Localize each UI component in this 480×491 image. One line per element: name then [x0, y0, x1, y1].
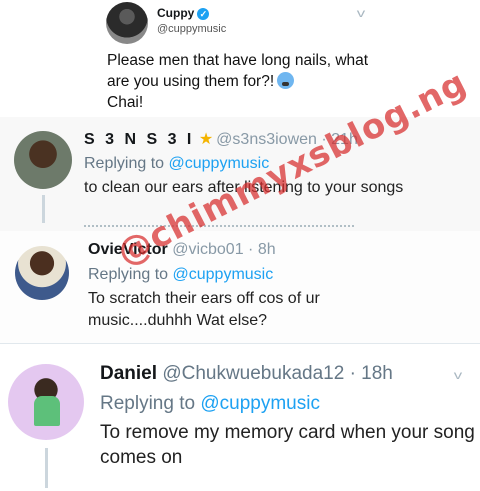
author-name[interactable]: Cuppy ✓	[157, 6, 210, 20]
timestamp[interactable]: 18h	[361, 363, 393, 384]
reply-tweet[interactable]: OvieVictor @vicbo01 · 8h Replying to @cu…	[0, 231, 480, 343]
verified-badge-icon: ✓	[197, 7, 210, 20]
author-handle[interactable]: @Chukwuebukada12	[162, 363, 344, 384]
mention-link[interactable]: @cuppymusic	[173, 266, 274, 283]
replying-to: Replying to @cuppymusic	[100, 393, 320, 414]
separator: ·	[248, 241, 254, 258]
avatar-detail	[34, 396, 60, 426]
timestamp[interactable]: 8h	[258, 241, 276, 258]
avatar[interactable]	[15, 246, 69, 300]
tweet-text: Please men that have long nails, what ar…	[107, 52, 369, 111]
avatar[interactable]	[14, 131, 72, 189]
thread-line	[42, 195, 45, 223]
replying-to: Replying to @cuppymusic	[88, 266, 274, 283]
avatar[interactable]	[106, 2, 148, 44]
chevron-down-icon[interactable]: v	[454, 368, 462, 382]
chevron-down-icon[interactable]: v	[357, 6, 365, 20]
separator: ·	[349, 363, 356, 384]
weary-face-icon	[277, 72, 295, 89]
tweet-text: To remove my memory card when your song …	[100, 422, 475, 468]
mention-link[interactable]: @cuppymusic	[200, 393, 320, 414]
author-name[interactable]: S 3 N S 3 I	[84, 131, 194, 148]
tweet-text: To scratch their ears off cos of ur musi…	[88, 290, 320, 329]
thread-line	[45, 448, 48, 488]
reply-tweet[interactable]: Daniel @Chukwuebukada12 · 18h v Replying…	[0, 343, 480, 491]
author-name[interactable]: Daniel	[100, 363, 157, 384]
star-icon: ★	[198, 131, 214, 148]
reply-header: Daniel @Chukwuebukada12 · 18h	[100, 363, 393, 385]
author-handle[interactable]: @cuppymusic	[157, 23, 226, 35]
